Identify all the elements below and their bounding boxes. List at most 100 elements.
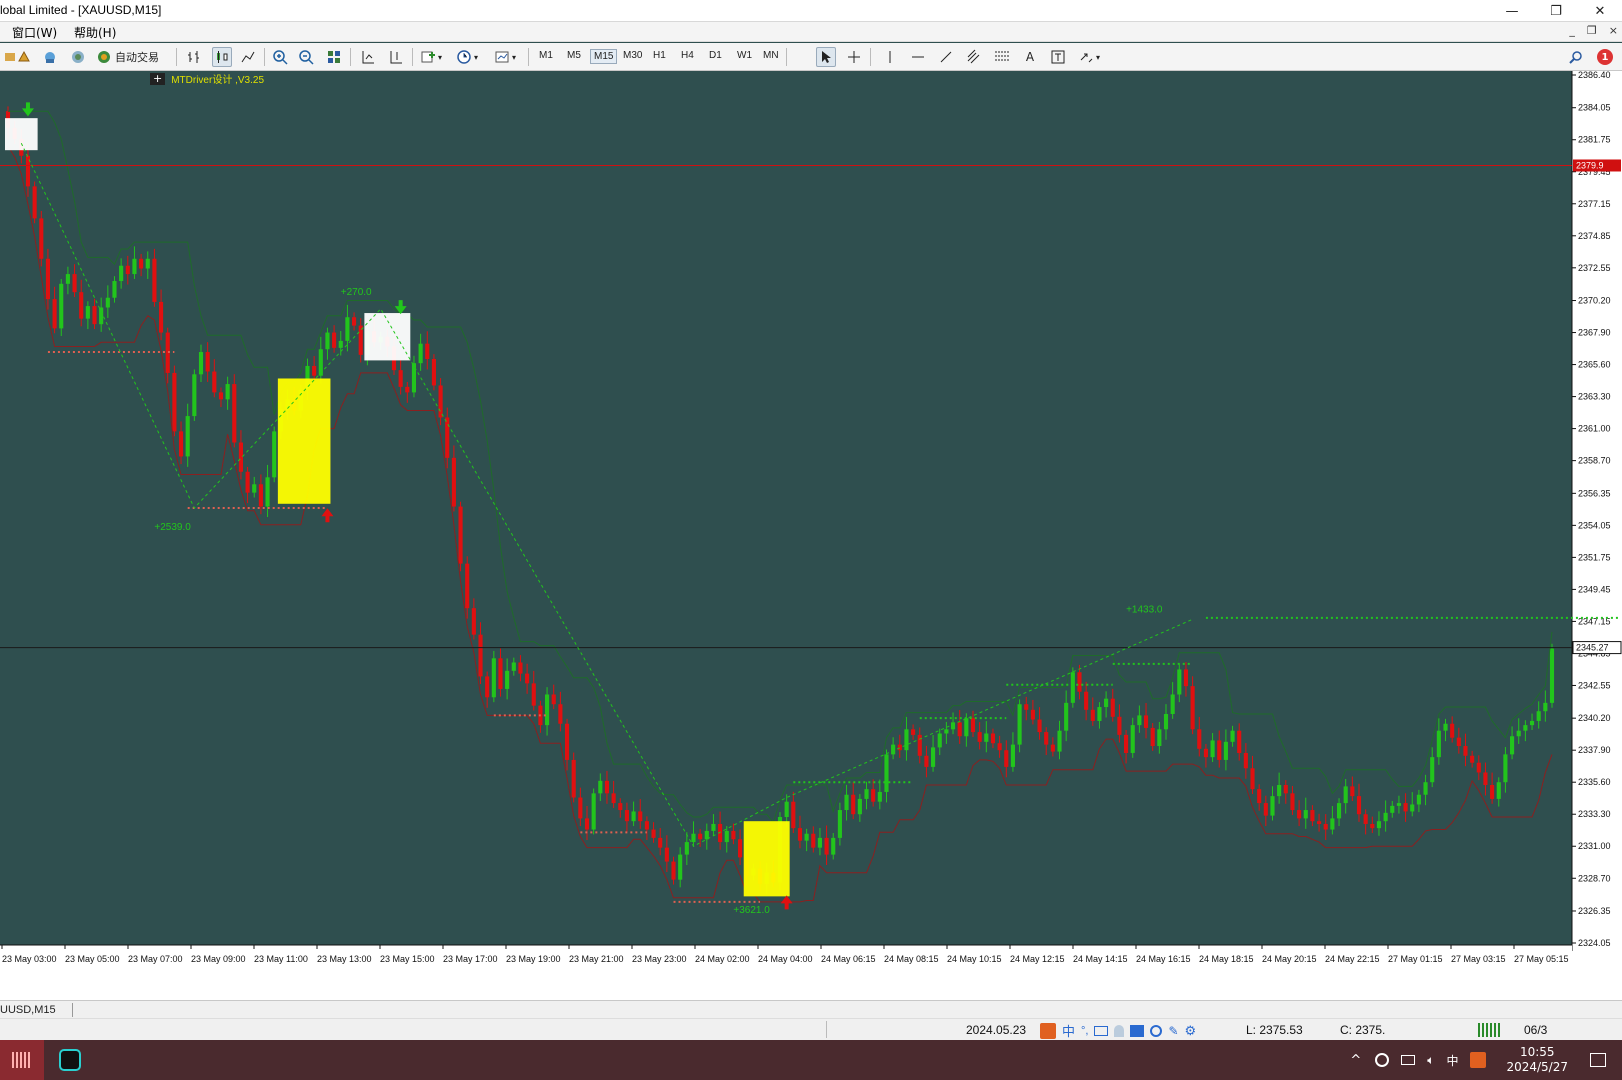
tray-network-icon[interactable] <box>1401 1055 1416 1065</box>
candle-body <box>178 431 184 457</box>
candle-body <box>498 658 503 689</box>
trendline-icon[interactable] <box>936 47 956 67</box>
candle-body <box>1070 672 1075 703</box>
timeframe-h4[interactable]: H4 <box>678 49 697 62</box>
navigator-icon[interactable] <box>68 47 88 67</box>
tray-volume-icon[interactable]: 🔈︎ <box>1427 1053 1434 1068</box>
horizontal-line-icon[interactable] <box>908 47 928 67</box>
timeframe-m1[interactable]: M1 <box>536 49 556 62</box>
taskbar-app-mt4[interactable] <box>0 1040 44 1080</box>
candle-body <box>817 837 822 848</box>
close-button[interactable]: ✕ <box>1578 0 1622 22</box>
notification-bell-icon[interactable]: 1 <box>1594 47 1616 67</box>
indicators-dropdown-icon[interactable]: ▾ <box>438 47 442 67</box>
ime-emoji-icon[interactable] <box>1150 1024 1163 1037</box>
candle-body <box>1057 730 1062 752</box>
tray-record-icon[interactable] <box>1375 1053 1390 1067</box>
profiles-icon[interactable] <box>14 47 34 67</box>
crosshair-icon[interactable] <box>844 47 864 67</box>
taskbar-app-tiktok[interactable] <box>50 1040 90 1080</box>
notification-center-icon[interactable] <box>1590 1053 1606 1067</box>
zoom-out-icon[interactable] <box>296 47 316 67</box>
window-controls: — ❐ ✕ <box>1490 0 1622 22</box>
periods-dropdown-icon[interactable]: ▾ <box>474 47 478 67</box>
bar-chart-icon[interactable] <box>184 47 204 67</box>
text-label-icon[interactable] <box>1048 47 1068 67</box>
tray-ime-logo-icon[interactable] <box>1470 1052 1487 1068</box>
signal-profit-label: +1433.0 <box>1126 604 1163 615</box>
arrows-dropdown-icon[interactable]: ▾ <box>1096 47 1100 67</box>
candle-body <box>465 563 470 609</box>
text-tool-icon[interactable]: A <box>1020 47 1040 67</box>
chart-window[interactable]: 2386.40 2384.05 2381.75 2379.45 2377.15 2374.… <box>0 71 1622 1006</box>
tray-ime-indicator[interactable]: 中 <box>1446 1052 1458 1069</box>
tray-chevron-icon[interactable]: ^ <box>1350 1053 1361 1068</box>
y-tick-label: 2354.05 <box>1578 520 1611 530</box>
candle-body <box>65 274 70 284</box>
auto-scroll-icon[interactable] <box>358 47 378 67</box>
market-watch-icon[interactable] <box>40 47 60 67</box>
candlestick-icon[interactable] <box>212 47 232 67</box>
timeframe-w1[interactable]: W1 <box>734 49 755 62</box>
periods-icon[interactable] <box>454 47 474 67</box>
tile-windows-icon[interactable] <box>324 47 344 67</box>
candle-body <box>312 365 317 376</box>
vertical-line-icon[interactable] <box>880 47 900 67</box>
tray-clock[interactable]: 10:55 2024/5/27 <box>1506 1045 1568 1075</box>
line-chart-icon[interactable] <box>238 47 258 67</box>
ime-skin-icon[interactable] <box>1130 1024 1145 1037</box>
candle-body <box>1124 734 1129 753</box>
candle-body <box>864 789 869 799</box>
mdi-restore-button[interactable]: ❐ <box>1587 24 1597 37</box>
mdi-close-button[interactable]: × <box>1609 24 1618 37</box>
ime-punct-icon[interactable]: °, <box>1081 1025 1088 1037</box>
candle-body <box>192 374 197 417</box>
ime-logo-icon[interactable] <box>1040 1022 1056 1039</box>
y-tick-label: 2326.35 <box>1578 906 1611 916</box>
timeframe-m5[interactable]: M5 <box>564 49 584 62</box>
ime-settings-icon[interactable]: ⚙ <box>1185 1023 1197 1039</box>
zoom-in-icon[interactable] <box>270 47 290 67</box>
candle-body <box>272 431 277 478</box>
timeframe-h1[interactable]: H1 <box>650 49 669 62</box>
cursor-icon[interactable] <box>816 47 836 67</box>
chart-shift-icon[interactable] <box>386 47 406 67</box>
red-line-price-label: 2379.9 <box>1576 160 1604 170</box>
indicators-icon[interactable] <box>418 47 438 67</box>
templates-dropdown-icon[interactable]: ▾ <box>512 47 516 67</box>
chart-tab[interactable]: UUSD,M15 <box>0 1004 56 1016</box>
menu-help[interactable]: 帮助(H) <box>74 24 116 41</box>
minimize-button[interactable]: — <box>1490 0 1534 22</box>
candle-body <box>225 384 230 400</box>
restore-button[interactable]: ❐ <box>1534 0 1578 22</box>
timeframe-mn[interactable]: MN <box>760 49 782 62</box>
timeframe-m15[interactable]: M15 <box>590 49 618 64</box>
candles <box>5 106 1555 895</box>
candle-body <box>784 801 789 818</box>
price-chart[interactable]: 2386.402384.052381.752379.452377.152374.… <box>0 71 1622 1006</box>
candle-body <box>584 818 590 830</box>
equidistant-channel-icon[interactable] <box>964 47 984 67</box>
timeframe-m30[interactable]: M30 <box>620 49 645 62</box>
menu-window[interactable]: 窗口(W) <box>12 24 57 41</box>
mdi-minimize-button[interactable]: _ <box>1569 24 1575 37</box>
candle-body <box>125 265 130 275</box>
ime-keyboard-icon[interactable] <box>1094 1025 1109 1036</box>
candle-body <box>1463 746 1468 756</box>
status-bar: 2024.05.23 中 °, ✎ ⚙ L: 2375.53 C: 2375. … <box>0 1018 1622 1040</box>
candle-body <box>159 301 164 333</box>
candle-body <box>698 833 703 840</box>
templates-icon[interactable] <box>492 47 512 67</box>
timeframe-d1[interactable]: D1 <box>706 49 725 62</box>
ime-chinese-icon[interactable]: 中 <box>1062 1021 1075 1040</box>
fibonacci-icon[interactable] <box>992 47 1012 67</box>
arrows-icon[interactable] <box>1076 47 1096 67</box>
search-icon[interactable] <box>1566 47 1586 67</box>
ime-pen-icon[interactable]: ✎ <box>1168 1024 1178 1038</box>
mdi-controls: _ ❐ × <box>1569 24 1618 37</box>
candle-body <box>1277 784 1282 797</box>
autotrade-button[interactable]: 自动交易 <box>96 47 166 67</box>
candle-body <box>205 352 210 372</box>
autotrade-icon <box>98 51 110 63</box>
ime-user-icon[interactable] <box>1114 1024 1125 1037</box>
